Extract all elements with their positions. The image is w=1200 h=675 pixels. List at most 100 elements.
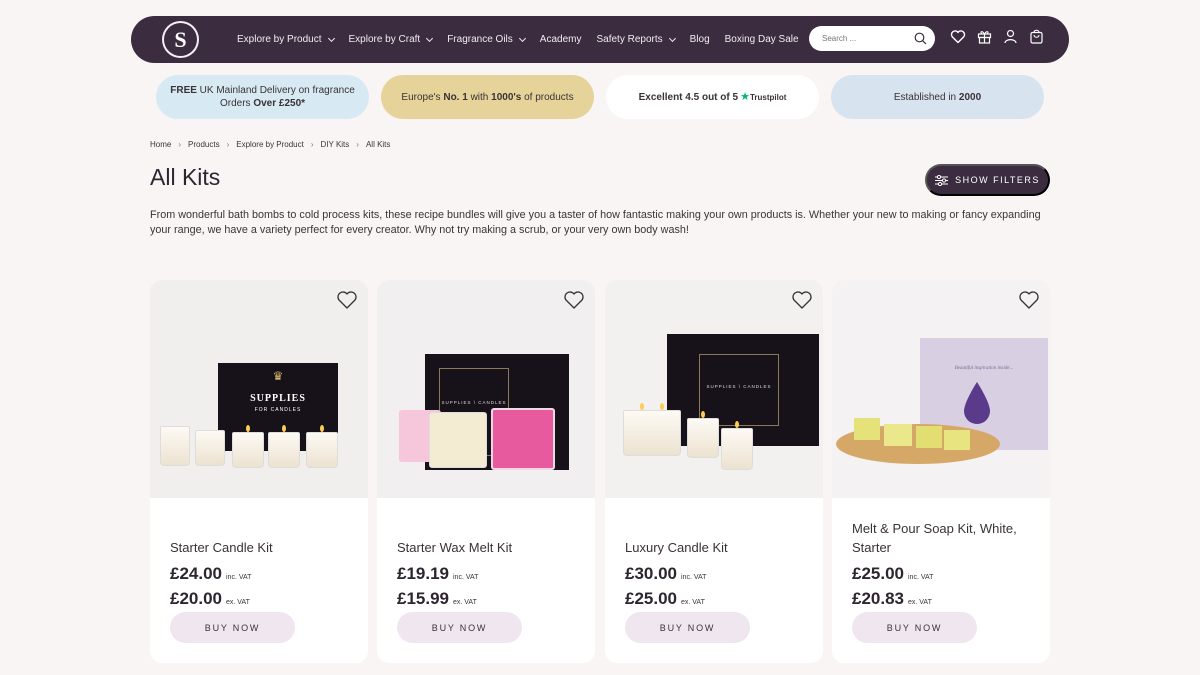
product-image[interactable]: ♛ SUPPLIES FOR CANDLES [150,280,368,498]
soap-bar [944,430,970,450]
vat-label: inc. VAT [226,574,252,581]
buy-now-button[interactable]: BUY NOW [397,612,522,643]
heart-icon[interactable] [563,290,585,310]
product-image[interactable]: Beautiful inspiration inside... [832,280,1050,498]
filter-sliders-icon [935,174,949,186]
usp-free-delivery: FREE UK Mainland Delivery on fragrance O… [156,75,369,119]
product-name[interactable]: Starter Wax Melt Kit [397,538,577,557]
product-card[interactable]: Beautiful inspiration inside... Melt & P… [832,280,1050,663]
menu-item-fragrance-oils[interactable]: Fragrance Oils [447,34,526,45]
product-name[interactable]: Starter Candle Kit [170,538,350,557]
candle-glass [195,430,225,466]
price-value: £19.19 [397,564,449,583]
buy-now-button[interactable]: BUY NOW [170,612,295,643]
gift-button[interactable] [971,29,997,49]
search-icon[interactable] [914,32,927,45]
cream-wax-melts [429,412,487,468]
price-value: £20.83 [852,589,904,608]
price-inc-vat: £24.00 inc. VAT [170,564,251,584]
search-input[interactable] [822,34,902,43]
wishlist-button[interactable] [945,29,971,49]
trustpilot-logo: Trustpilot [749,92,787,102]
heart-wax-melts [491,408,555,470]
price-inc-vat: £19.19 inc. VAT [397,564,478,584]
flame [701,411,705,418]
trustpilot-rating-text: Excellent 4.5 out of 5 [638,91,739,103]
price-inc-vat: £25.00 inc. VAT [852,564,933,584]
show-filters-button[interactable]: SHOW FILTERS [925,164,1050,196]
heart-icon[interactable] [791,290,813,310]
product-card[interactable]: SUPPLIES \ CANDLES Starter Wax Melt Kit … [377,280,595,663]
candle-glass [623,403,681,456]
soap-bar [916,426,942,448]
heart-icon[interactable] [336,290,358,310]
menu-item-blog[interactable]: Blog [690,34,710,45]
box-frame [699,354,779,426]
price-value: £25.00 [852,564,904,583]
usp-europe-post: of products [521,91,574,103]
breadcrumb-explore-by-product[interactable]: Explore by Product [236,140,304,149]
flame [246,425,250,432]
flame [660,403,664,410]
usp-trustpilot[interactable]: Excellent 4.5 out of 5 ★ Trustpilot [606,75,819,119]
buy-now-button[interactable]: BUY NOW [852,612,977,643]
gift-icon [977,31,991,44]
price-value: £24.00 [170,564,222,583]
menu-label: Blog [689,34,710,45]
breadcrumb-diy-kits[interactable]: DIY Kits [321,140,350,149]
heart-icon[interactable] [1018,290,1040,310]
box-label: SUPPLIES \ CANDLES [441,400,507,405]
main-menu: Explore by Product Explore by Craft Frag… [237,16,814,63]
breadcrumb-home[interactable]: Home [150,140,171,149]
product-name[interactable]: Luxury Candle Kit [625,538,805,557]
usp-established: Established in 2000 [831,75,1044,119]
menu-item-safety-reports[interactable]: Safety Reports [596,34,676,45]
soap-bar [884,424,912,446]
product-image[interactable]: SUPPLIES \ CANDLES [605,280,823,498]
usp-europe-no1: Europe's No. 1 with 1000's of products [381,75,594,119]
price-ex-vat: £25.00 ex. VAT [625,589,705,609]
menu-item-explore-craft[interactable]: Explore by Craft [348,34,434,45]
price-ex-vat: £20.83 ex. VAT [852,589,932,609]
cart-button[interactable] [1023,29,1049,49]
usp-established-year: 2000 [958,91,982,103]
user-icon [1003,29,1017,44]
product-card[interactable]: SUPPLIES \ CANDLES Luxury Candle Kit £30… [605,280,823,663]
usp-europe-no1-bold: No. 1 [443,91,468,103]
price-value: £30.00 [625,564,677,583]
soap-bar [854,418,880,440]
crown-icon: ♛ [272,369,284,383]
usp-europe-mid: with [467,91,492,103]
vat-label: ex. VAT [453,599,477,606]
menu-label: Fragrance Oils [447,34,513,45]
trustpilot-star-icon: ★ [740,90,750,103]
usp-delivery-text: FREE UK Mainland Delivery on fragrance O… [156,84,369,110]
product-image[interactable]: SUPPLIES \ CANDLES [377,280,595,498]
candle-glass [232,425,264,468]
chevron-down-icon [426,34,434,42]
product-name[interactable]: Melt & Pour Soap Kit, White, Starter [852,519,1032,557]
menu-item-academy[interactable]: Academy [540,34,582,45]
breadcrumb-separator: › [178,140,182,149]
menu-label: Explore by Craft [348,34,421,45]
search-box[interactable] [809,26,935,51]
product-card[interactable]: ♛ SUPPLIES FOR CANDLES Starter Candle Ki… [150,280,368,663]
vat-label: ex. VAT [908,599,932,606]
menu-label: Boxing Day Sale [724,34,799,45]
site-logo[interactable]: S [162,21,199,58]
nav-icon-group [945,29,1049,49]
buy-now-button[interactable]: BUY NOW [625,612,750,643]
vat-label: ex. VAT [681,599,705,606]
candle-glass [687,411,719,458]
breadcrumb-all-kits: All Kits [365,140,391,149]
breadcrumb: Home › Products › Explore by Product › DIY … [150,140,390,149]
menu-item-boxing-day-sale[interactable]: Boxing Day Sale [725,34,799,45]
candle-glass [268,425,300,468]
usp-established-pre: Established in [893,91,959,103]
breadcrumb-products[interactable]: Products [188,140,220,149]
usp-europe-pre: Europe's [401,91,444,103]
price-ex-vat: £20.00 ex. VAT [170,589,250,609]
menu-item-explore-product[interactable]: Explore by Product [237,34,335,45]
account-button[interactable] [997,29,1023,49]
box-label: Beautiful inspiration inside... [954,366,1014,371]
